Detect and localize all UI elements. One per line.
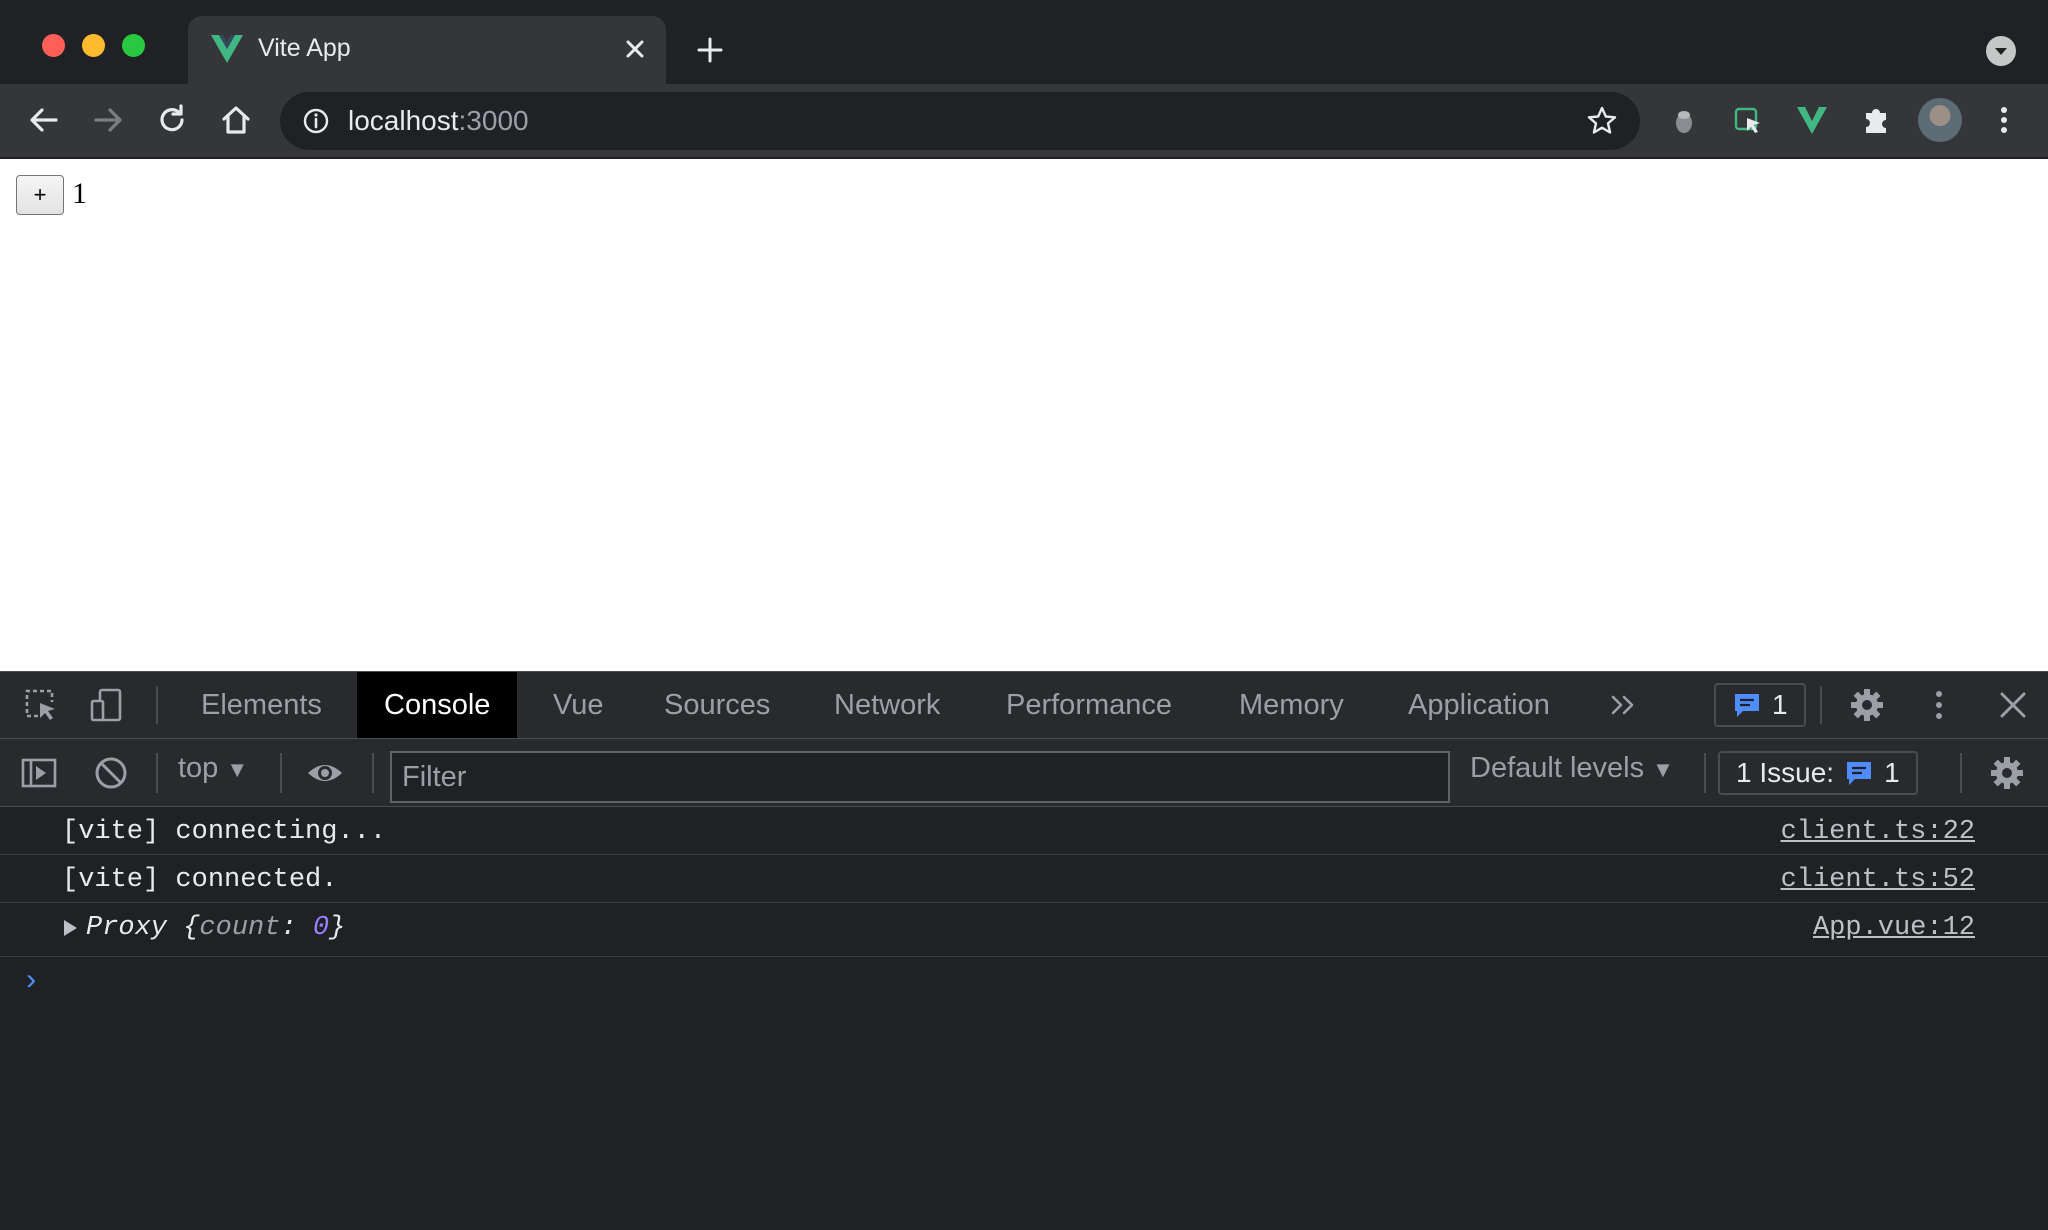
console-messages: [vite] connecting... client.ts:22 [vite]… [0, 807, 2048, 1017]
separator [280, 753, 282, 793]
url-text: localhost:3000 [348, 105, 529, 137]
source-link[interactable]: client.ts:22 [1781, 817, 1975, 847]
close-devtools-icon[interactable] [1994, 686, 2032, 724]
devtools-panel: Elements Console Vue Sources Network Per… [0, 671, 2048, 1230]
extension-picker-icon[interactable] [1730, 102, 1766, 138]
inspect-element-icon[interactable] [22, 686, 60, 724]
back-arrow-icon[interactable] [26, 102, 62, 138]
url-host: localhost [348, 105, 459, 136]
source-link[interactable]: App.vue:12 [1813, 913, 1975, 943]
count-value: 1 [72, 177, 87, 210]
bookmark-star-icon[interactable] [1586, 105, 1618, 137]
issues-count: 1 [1884, 757, 1900, 788]
close-window-button[interactable] [42, 34, 65, 57]
source-link[interactable]: client.ts:52 [1781, 865, 1975, 895]
minimize-window-button[interactable] [82, 34, 105, 57]
address-bar[interactable]: localhost:3000 [280, 92, 1640, 150]
vue-logo-icon [211, 35, 243, 63]
separator [1820, 686, 1822, 724]
context-selector-label: top [178, 752, 219, 784]
console-object-message[interactable]: Proxy {count: 0} App.vue:12 [0, 903, 2048, 957]
live-expression-eye-icon[interactable] [306, 754, 344, 792]
object-name: Proxy [86, 913, 168, 943]
filter-input[interactable]: Filter [390, 751, 1450, 803]
tab-performance[interactable]: Performance [979, 672, 1199, 738]
issues-label: 1 Issue: [1736, 757, 1835, 788]
browser-tab-strip: Vite App [0, 0, 2048, 84]
brace-open: { [183, 913, 200, 943]
log-levels-dropdown[interactable]: Default levels ▼ [1470, 752, 1674, 785]
browser-toolbar: localhost:3000 [0, 84, 2048, 158]
expand-triangle-icon[interactable] [64, 920, 77, 936]
tab-memory[interactable]: Memory [1212, 672, 1371, 738]
separator [1704, 753, 1706, 793]
message-icon [1735, 694, 1759, 717]
console-prompt-row[interactable]: › [0, 957, 2048, 1017]
issues-badge-count: 1 [1772, 689, 1788, 720]
reload-icon[interactable] [154, 102, 190, 138]
console-message: [vite] connecting... client.ts:22 [0, 807, 2048, 855]
separator [372, 753, 374, 793]
issues-counter[interactable]: 1 Issue: 1 [1718, 751, 1918, 795]
page-viewport: + 1 [0, 159, 2048, 671]
console-toolbar: top ▼ Filter Default levels ▼ 1 Issue: 1 [0, 739, 2048, 807]
issues-badge[interactable]: 1 [1714, 683, 1806, 727]
console-object-text: Proxy {count: 0} [86, 913, 345, 943]
tab-console[interactable]: Console [357, 672, 518, 738]
separator [156, 686, 158, 724]
dropdown-arrow-icon: ▼ [1652, 757, 1674, 782]
new-tab-icon[interactable] [694, 34, 726, 66]
settings-gear-icon[interactable] [1848, 686, 1886, 724]
forward-arrow-icon[interactable] [90, 102, 126, 138]
vue-devtools-extension-icon[interactable] [1794, 102, 1830, 138]
object-key: count [199, 913, 281, 943]
url-port: :3000 [458, 105, 529, 136]
tab-application[interactable]: Application [1381, 672, 1577, 738]
profile-avatar[interactable] [1918, 98, 1962, 142]
console-message-text: [vite] connecting... [62, 817, 387, 847]
device-toolbar-icon[interactable] [88, 686, 126, 724]
home-icon[interactable] [218, 102, 254, 138]
tab-network[interactable]: Network [807, 672, 967, 738]
extensions-puzzle-icon[interactable] [1858, 102, 1894, 138]
colon: : [280, 913, 297, 943]
brace-close: } [329, 913, 346, 943]
tab-title: Vite App [258, 34, 351, 62]
clear-console-icon[interactable] [92, 754, 130, 792]
console-message: [vite] connected. client.ts:52 [0, 855, 2048, 903]
more-tabs-chevron-icon[interactable] [1604, 686, 1642, 724]
console-prompt-icon: › [22, 965, 41, 999]
close-tab-icon[interactable] [620, 34, 650, 64]
zoom-window-button[interactable] [122, 34, 145, 57]
object-value: 0 [312, 913, 330, 943]
increment-button[interactable]: + [16, 175, 64, 215]
browser-tab[interactable]: Vite App [188, 16, 666, 84]
sidebar-toggle-icon[interactable] [20, 754, 58, 792]
chevron-down-icon [1995, 48, 2007, 55]
tab-elements[interactable]: Elements [174, 672, 349, 738]
tab-vue[interactable]: Vue [526, 672, 631, 738]
separator [1960, 753, 1962, 793]
context-selector[interactable]: top ▼ [178, 752, 248, 785]
devtools-menu-icon[interactable] [1920, 686, 1958, 724]
message-icon [1847, 762, 1872, 785]
separator [156, 753, 158, 793]
tab-search-button[interactable] [1986, 36, 2016, 66]
extension-grey-icon[interactable] [1666, 102, 1702, 138]
log-levels-label: Default levels [1470, 752, 1645, 784]
console-settings-gear-icon[interactable] [1988, 754, 2026, 792]
site-info-icon[interactable] [302, 107, 330, 135]
dropdown-arrow-icon: ▼ [226, 757, 249, 782]
devtools-tab-bar: Elements Console Vue Sources Network Per… [0, 672, 2048, 739]
tab-sources[interactable]: Sources [637, 672, 797, 738]
console-message-text: [vite] connected. [62, 865, 338, 895]
kebab-menu-icon[interactable] [1986, 102, 2022, 138]
